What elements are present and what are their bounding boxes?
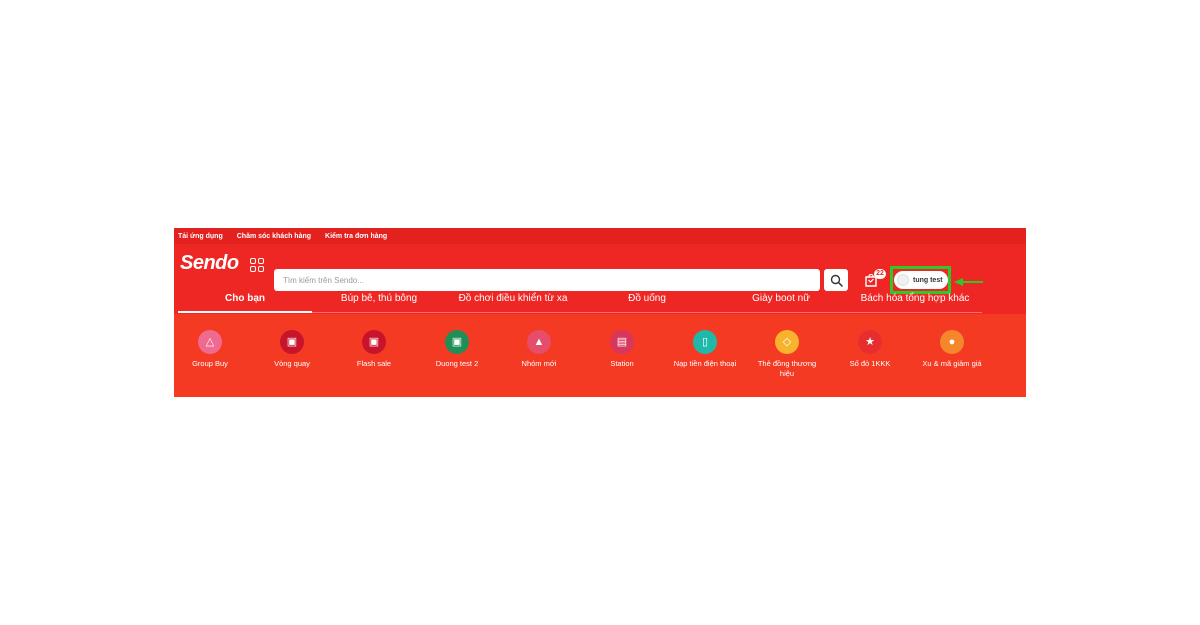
duong-test-icon: ▣ <box>445 330 469 354</box>
spin-wheel-icon: ▣ <box>280 330 304 354</box>
search-button[interactable] <box>824 269 848 291</box>
coupon-icon: ● <box>940 330 964 354</box>
category-label: Vòng quay <box>274 359 310 368</box>
tab-giay-boot[interactable]: Giày boot nữ <box>714 290 848 312</box>
tab-do-choi[interactable]: Đồ chơi điều khiển từ xa <box>446 290 580 312</box>
pointer-arrow-icon <box>954 278 983 286</box>
phone-topup-icon: ▯ <box>693 330 717 354</box>
category-label: Thẻ đồng thương hiệu <box>757 359 817 378</box>
category-label: Flash sale <box>356 359 392 368</box>
tab-bach-hoa[interactable]: Bách hóa tổng hợp khác <box>848 290 982 312</box>
check-order-link[interactable]: Kiểm tra đơn hàng <box>325 233 387 240</box>
new-group-icon: ▲ <box>527 330 551 354</box>
cart-count-badge: 22 <box>874 269 886 279</box>
category-label: Station <box>610 359 634 368</box>
category-duong-test-2[interactable]: ▣ Duong test 2 <box>422 330 492 369</box>
category-shortcuts: △ Group Buy ▣ Vòng quay ▣ Flash sale ▣ D… <box>174 314 1026 397</box>
lucky-draw-icon: ★ <box>858 330 882 354</box>
download-app-link[interactable]: Tải ứng dụng <box>178 233 223 240</box>
tab-bup-be[interactable]: Búp bê, thú bông <box>312 290 446 312</box>
category-coupon[interactable]: ● Xu & mã giảm giá <box>917 330 987 369</box>
user-account-button[interactable]: tung test <box>894 271 948 289</box>
category-flash-sale[interactable]: ▣ Flash sale <box>339 330 409 369</box>
category-label: Nhóm mới <box>521 359 557 368</box>
category-label: Nạp tiền điện thoại <box>673 359 737 368</box>
category-grid-icon[interactable] <box>250 258 264 272</box>
category-nhom-moi[interactable]: ▲ Nhóm mới <box>504 330 574 369</box>
avatar <box>897 274 909 286</box>
group-buy-icon: △ <box>198 330 222 354</box>
category-label: Group Buy <box>192 359 228 368</box>
main-header: Sendo 22 tung test <box>174 244 1026 294</box>
active-tab-underline <box>178 311 312 313</box>
search-icon <box>830 274 843 287</box>
tabs-divider <box>312 312 982 313</box>
category-tabs: Cho bạn Búp bê, thú bông Đồ chơi điều kh… <box>178 290 982 314</box>
category-vong-quay[interactable]: ▣ Vòng quay <box>257 330 327 369</box>
station-icon: ▤ <box>610 330 634 354</box>
category-label: Xu & mã giảm giá <box>922 359 982 368</box>
category-phone-topup[interactable]: ▯ Nạp tiền điện thoại <box>670 330 740 369</box>
sendo-window: Tải ứng dụng Chăm sóc khách hàng Kiểm tr… <box>174 228 1026 397</box>
customer-care-link[interactable]: Chăm sóc khách hàng <box>237 233 311 240</box>
category-cobrand-card[interactable]: ◇ Thẻ đồng thương hiệu <box>752 330 822 379</box>
cobrand-card-icon: ◇ <box>775 330 799 354</box>
search-input[interactable] <box>274 269 820 291</box>
category-group-buy[interactable]: △ Group Buy <box>175 330 245 369</box>
category-station[interactable]: ▤ Station <box>587 330 657 369</box>
category-label: Duong test 2 <box>435 359 479 368</box>
tab-cho-ban[interactable]: Cho bạn <box>178 290 312 312</box>
user-name-label: tung test <box>913 276 943 284</box>
top-utility-bar: Tải ứng dụng Chăm sóc khách hàng Kiểm tr… <box>174 228 1026 244</box>
category-lucky-draw[interactable]: ★ Số đỏ 1KKK <box>835 330 905 369</box>
category-label: Số đỏ 1KKK <box>849 359 891 368</box>
sendo-logo[interactable]: Sendo <box>180 252 239 275</box>
tab-do-uong[interactable]: Đồ uống <box>580 290 714 312</box>
flash-sale-icon: ▣ <box>362 330 386 354</box>
